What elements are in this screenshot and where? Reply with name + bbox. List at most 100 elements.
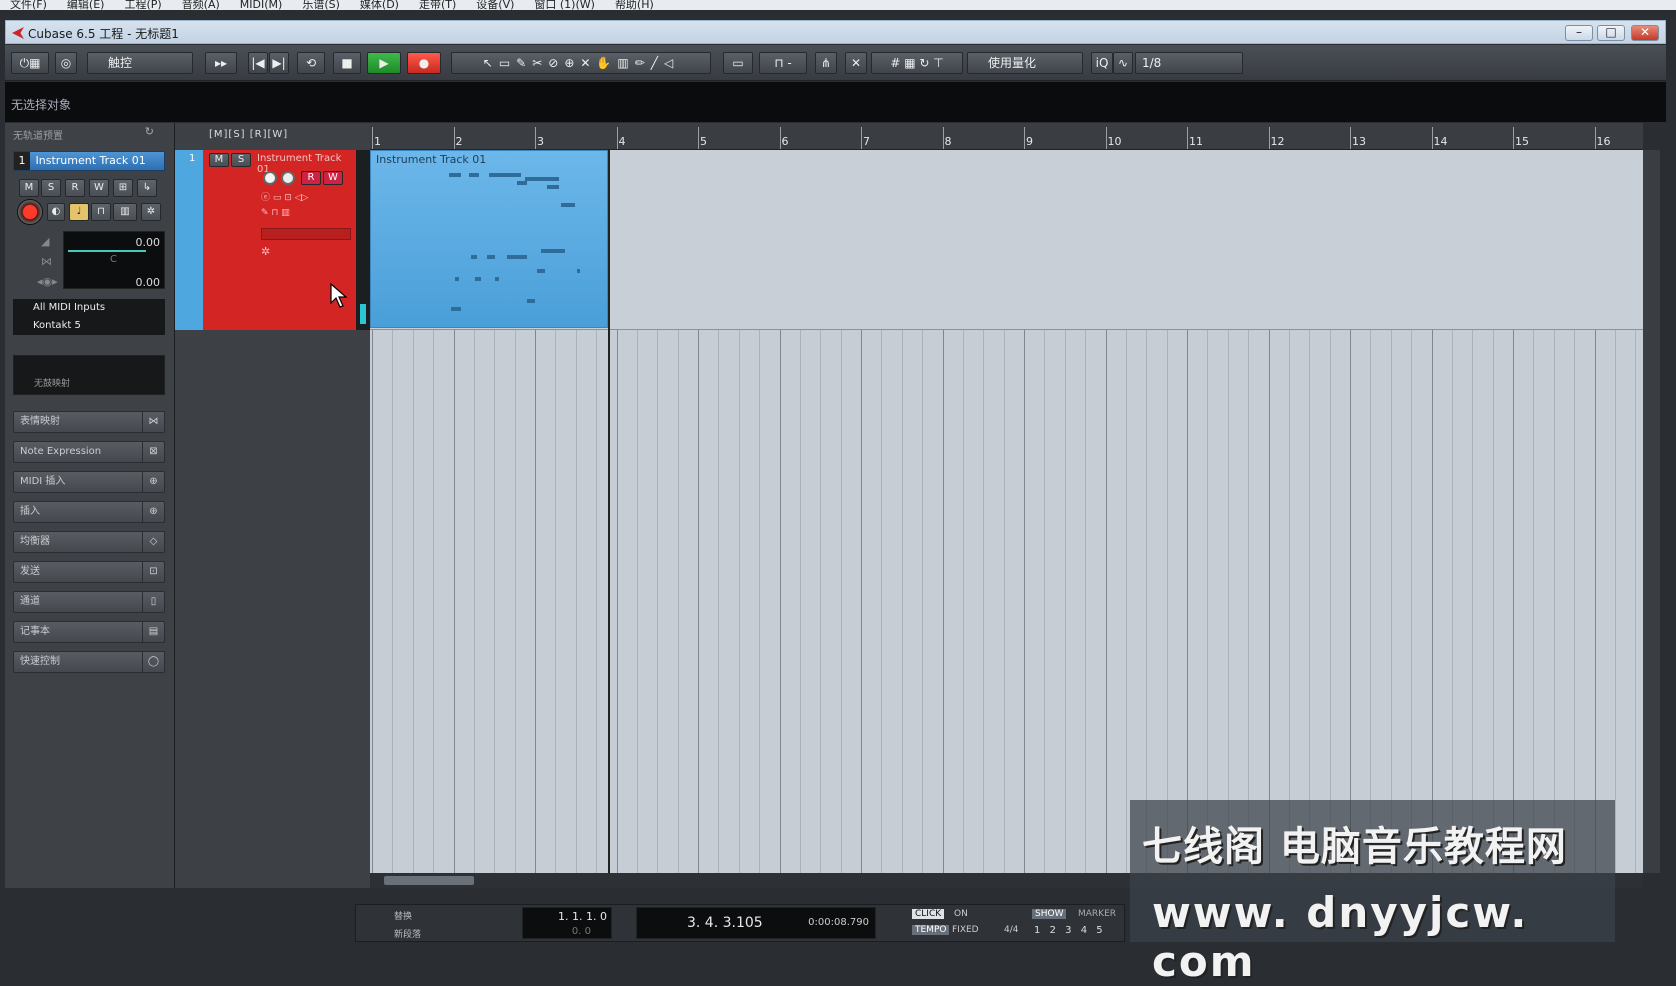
quantize-mode-select[interactable]: 使用量化 — [967, 52, 1083, 74]
midi-input-select[interactable]: All MIDI Inputs — [13, 299, 165, 317]
close-button[interactable]: ✕ — [1631, 25, 1659, 41]
inspector-settings-icon[interactable]: ✲ — [141, 203, 161, 221]
midi-note[interactable] — [449, 173, 461, 177]
marker-5-button[interactable]: 5 — [1096, 925, 1102, 936]
cross-icon[interactable]: ✕ — [845, 52, 867, 74]
horizontal-scroll-thumb[interactable] — [384, 876, 474, 885]
menu-audio[interactable]: 音频(A) — [172, 0, 230, 10]
midi-note[interactable] — [507, 255, 527, 259]
quantize-wave-icon[interactable]: ∿ — [1113, 52, 1133, 74]
delay-value[interactable]: 0.00 — [136, 276, 161, 289]
midi-note[interactable] — [541, 249, 565, 253]
midi-note[interactable] — [487, 255, 495, 259]
menu-midi[interactable]: MIDI(M) — [230, 0, 293, 10]
vertical-scrollbar[interactable] — [1643, 150, 1660, 873]
track-monitor-icon[interactable] — [281, 171, 295, 185]
midi-note[interactable] — [455, 277, 459, 281]
snap-icon[interactable]: ⋔ — [815, 52, 837, 74]
section-midi-inserts[interactable]: MIDI 插入 ⊕ — [13, 471, 165, 493]
grid-type-select[interactable]: # ▦ ↻ ⊤ — [871, 52, 963, 74]
snap-type-select[interactable]: ⊓ - — [759, 52, 807, 74]
menu-devices[interactable]: 设备(V) — [466, 0, 524, 10]
inspector-timebase-icon[interactable]: ♩ — [69, 203, 89, 221]
pan-value[interactable]: C — [110, 254, 117, 265]
track-write-button[interactable]: W — [323, 171, 343, 185]
quantize-value-select[interactable]: 1/8 — [1135, 52, 1243, 74]
midi-note[interactable] — [469, 173, 479, 177]
inspector-mute-button[interactable]: M — [19, 179, 39, 197]
menu-transport[interactable]: 走带(T) — [409, 0, 466, 10]
menu-media[interactable]: 媒体(D) — [350, 0, 409, 10]
record-mode-label-2[interactable]: 新段落 — [394, 927, 421, 940]
volume-value[interactable]: 0.00 — [136, 236, 161, 249]
midi-note[interactable] — [517, 181, 527, 185]
timeline-ruler[interactable]: 1 2 3 4 5 6 7 8 9 10 11 12 13 14 15 16 — [370, 123, 1643, 150]
play-button[interactable]: ▶ — [367, 52, 401, 74]
automation-mode-select[interactable]: 触控 — [87, 52, 193, 74]
track-read-button[interactable]: R — [301, 171, 321, 185]
left-locator[interactable]: 1. 1. 1. 0 — [558, 910, 607, 923]
midi-note[interactable] — [451, 307, 461, 311]
midi-note[interactable] — [537, 269, 545, 273]
inspector-track-name[interactable]: 1 Instrument Track 01 — [13, 151, 165, 171]
menu-project[interactable]: 工程(P) — [114, 0, 171, 10]
stop-button[interactable]: ■ — [333, 52, 361, 74]
no-drum-map-label[interactable]: 无鼓映射 — [34, 376, 70, 389]
midi-note[interactable] — [561, 203, 575, 207]
record-mode-label[interactable]: 替换 — [394, 909, 412, 922]
midi-note[interactable] — [489, 173, 521, 177]
tempo-button[interactable]: TEMPO — [912, 925, 950, 935]
iq-button[interactable]: iQ — [1091, 52, 1113, 74]
minimize-button[interactable]: – — [1565, 25, 1593, 41]
go-to-start-icon[interactable]: |◀ — [248, 52, 268, 74]
section-equalizers[interactable]: 均衡器 ◇ — [13, 531, 165, 553]
midi-output-select[interactable]: Kontakt 5 — [13, 317, 165, 335]
event-lane[interactable]: Instrument Track 01 — [370, 150, 1643, 330]
midi-note[interactable] — [495, 277, 499, 281]
marker-1-button[interactable]: 1 — [1034, 925, 1040, 936]
section-note-expression[interactable]: Note Expression ⊠ — [13, 441, 165, 463]
marker-4-button[interactable]: 4 — [1081, 925, 1087, 936]
midi-note[interactable] — [527, 299, 535, 303]
section-expression-map[interactable]: 表情映射 ⋈ — [13, 411, 165, 433]
section-quick-controls[interactable]: 快速控制 ◯ — [13, 651, 165, 673]
section-channel[interactable]: 通道 ▯ — [13, 591, 165, 613]
marker-3-button[interactable]: 3 — [1065, 925, 1071, 936]
menu-file[interactable]: 文件(F) — [0, 0, 57, 10]
inspector-monitor-icon[interactable]: ◐ — [47, 203, 65, 221]
position-display[interactable]: 3. 4. 3.105 0:00:08.790 — [636, 907, 876, 939]
track-row3-icons[interactable]: ✎ ⊓ ▥ — [261, 208, 341, 222]
click-state[interactable]: ON — [954, 909, 968, 919]
tempo-state[interactable]: FIXED — [952, 925, 979, 935]
inspector-read-button[interactable]: R — [65, 179, 85, 197]
inspector-freeze-icon[interactable]: ↳ — [137, 179, 157, 197]
locator-display[interactable]: 1. 1. 1. 0 0. 0 — [522, 907, 612, 939]
track-record-icon[interactable] — [263, 171, 277, 185]
track-settings-icon[interactable]: ✲ — [261, 245, 270, 258]
marker-2-button[interactable]: 2 — [1050, 925, 1056, 936]
midi-note[interactable] — [525, 177, 559, 181]
inspector-lanes-icon[interactable]: ▥ — [113, 203, 137, 221]
midi-part[interactable]: Instrument Track 01 — [370, 150, 608, 328]
position-value[interactable]: 3. 4. 3.105 — [687, 915, 763, 931]
inspector-record-enable-button[interactable] — [17, 199, 43, 225]
track-row2-icons[interactable]: ⓔ ▭ ⊡ ◁▷ — [261, 190, 349, 204]
maximize-button[interactable]: □ — [1597, 25, 1625, 41]
track-preset-label[interactable]: 无轨道预置 — [13, 127, 63, 142]
menu-scores[interactable]: 乐谱(S) — [292, 0, 350, 10]
midi-note[interactable] — [471, 255, 477, 259]
midi-note[interactable] — [577, 269, 580, 273]
time-signature[interactable]: 4/4 — [1004, 925, 1018, 935]
section-inserts[interactable]: 插入 ⊕ — [13, 501, 165, 523]
autoscroll-button[interactable]: ▸▸ — [205, 52, 237, 74]
track-transpose-field[interactable] — [261, 228, 351, 240]
click-button[interactable]: CLICK — [912, 909, 945, 919]
marker-buttons[interactable]: 1 2 3 4 5 — [1034, 925, 1103, 936]
menu-edit[interactable]: 编辑(E) — [57, 0, 115, 10]
project-cursor[interactable] — [608, 150, 610, 873]
activate-project-button[interactable]: ⏻▦ — [11, 52, 49, 74]
inspector-write-button[interactable]: W — [89, 179, 109, 197]
refresh-icon[interactable]: ↻ — [145, 125, 154, 138]
section-sends[interactable]: 发送 ⊡ — [13, 561, 165, 583]
cycle-icon[interactable]: ⟲ — [297, 52, 325, 74]
